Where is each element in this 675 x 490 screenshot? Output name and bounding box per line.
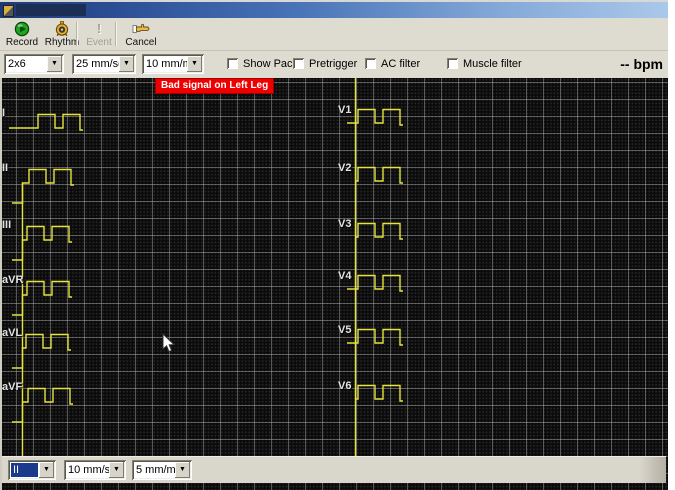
rhythm-lead-select[interactable]: II ▼ (8, 460, 56, 480)
lead-label: I (2, 107, 5, 119)
layout-select[interactable]: 2x6 ▼ (4, 54, 64, 74)
lead-label: V5 (338, 324, 351, 336)
pretrigger-checkbox[interactable]: Pretrigger (293, 58, 357, 71)
toolbar-separator (76, 22, 78, 46)
show-pacer-checkbox[interactable]: Show Pacer (227, 58, 302, 71)
lead-label: aVF (2, 381, 22, 393)
settings-row: 2x6 ▼ 25 mm/sec ▼ 10 mm/mV ▼ Show Pacer … (0, 51, 668, 78)
lead-label: V3 (338, 218, 351, 230)
cancel-button-label: Cancel (125, 37, 156, 48)
bad-signal-banner: Bad signal on Left Leg (155, 78, 274, 94)
lead-label: aVR (2, 274, 23, 286)
pretrigger-label: Pretrigger (309, 58, 357, 70)
muscle-filter-label: Muscle filter (463, 58, 522, 70)
app-icon (3, 5, 14, 17)
lead-label: V1 (338, 104, 351, 116)
record-icon (2, 21, 42, 37)
ecg-app-window: Record Rhythm ! Event (0, 0, 668, 490)
ac-filter-checkbox[interactable]: AC filter (365, 58, 420, 71)
rhythm-speed-select[interactable]: 10 mm/sec ▼ (64, 460, 126, 480)
rhythm-gain-select[interactable]: 5 mm/mV ▼ (132, 460, 192, 480)
chevron-down-icon[interactable]: ▼ (109, 462, 124, 478)
event-icon: ! (82, 21, 116, 37)
chevron-down-icon[interactable]: ▼ (39, 462, 54, 478)
main-toolbar: Record Rhythm ! Event (0, 18, 668, 51)
record-button[interactable]: Record (2, 20, 42, 49)
event-button-label: Event (86, 37, 112, 48)
rhythm-button-label: Rhythm (45, 37, 79, 48)
lead-label: III (2, 219, 11, 231)
checkbox-box[interactable] (365, 58, 376, 69)
checkbox-box[interactable] (227, 58, 238, 69)
lead-label: V6 (338, 380, 351, 392)
toolbar-separator (115, 22, 117, 46)
event-button[interactable]: ! Event (82, 20, 116, 49)
ecg-traces (0, 78, 668, 490)
window-frame-right (668, 0, 675, 490)
window-title-redacted (16, 4, 86, 16)
ecg-grid: Bad signal on Left Leg IIIIIIaVRaVLaVFV1… (0, 78, 668, 490)
mouse-cursor (162, 333, 176, 354)
lead-label: aVL (2, 327, 22, 339)
lead-label: II (2, 162, 8, 174)
chevron-down-icon[interactable]: ▼ (187, 56, 202, 72)
lead-label: V4 (338, 270, 351, 282)
checkbox-box[interactable] (447, 58, 458, 69)
checkbox-box[interactable] (293, 58, 304, 69)
rhythm-strip-bar: II ▼ 10 mm/sec ▼ 5 mm/mV ▼ (2, 456, 666, 483)
cancel-icon (120, 21, 162, 37)
cancel-button[interactable]: Cancel (120, 20, 162, 49)
muscle-filter-checkbox[interactable]: Muscle filter (447, 58, 522, 71)
heart-rate-display: -- bpm (620, 56, 663, 72)
layout-select-value: 2x6 (8, 58, 26, 70)
title-bar[interactable] (0, 2, 668, 18)
ac-filter-label: AC filter (381, 58, 420, 70)
chevron-down-icon[interactable]: ▼ (175, 462, 190, 478)
gain-select[interactable]: 10 mm/mV ▼ (142, 54, 204, 74)
lead-label: V2 (338, 162, 351, 174)
record-button-label: Record (6, 37, 38, 48)
chevron-down-icon[interactable]: ▼ (119, 56, 134, 72)
rhythm-lead-select-value: II (11, 463, 38, 477)
speed-select[interactable]: 25 mm/sec ▼ (72, 54, 136, 74)
chevron-down-icon[interactable]: ▼ (47, 56, 62, 72)
